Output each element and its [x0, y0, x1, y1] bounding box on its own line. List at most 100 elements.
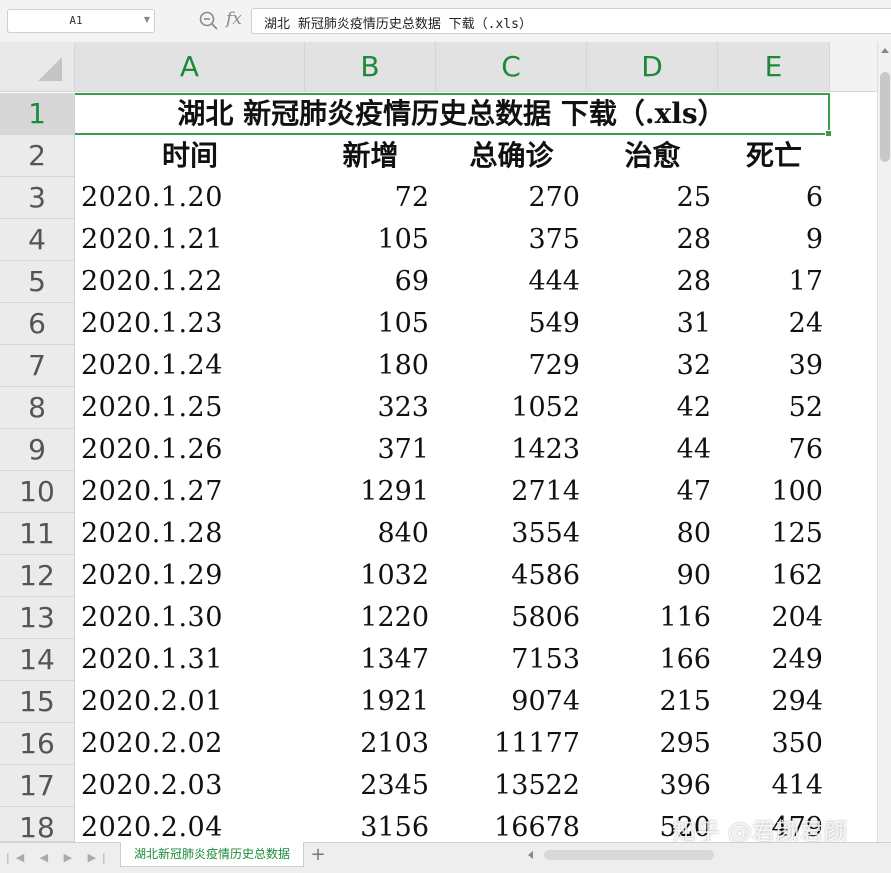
cell-deaths[interactable]: 350: [718, 723, 830, 765]
cell-new[interactable]: 1921: [305, 681, 436, 723]
sheet-nav-arrows-icon[interactable]: |◀ ◀ ▶ ▶|: [6, 851, 112, 864]
cell-deaths[interactable]: 24: [718, 303, 830, 345]
cell-new[interactable]: 3156: [305, 807, 436, 842]
row-header-18[interactable]: 18: [0, 807, 75, 842]
cell-date[interactable]: 2020.1.22: [75, 261, 305, 303]
header-cell-new[interactable]: 新增: [305, 135, 436, 177]
row-header-17[interactable]: 17: [0, 765, 75, 807]
column-header-c[interactable]: C: [436, 42, 587, 92]
header-cell-deaths[interactable]: 死亡: [718, 135, 830, 177]
cell-date[interactable]: 2020.2.03: [75, 765, 305, 807]
cell-confirmed[interactable]: 3554: [436, 513, 587, 555]
row-header-7[interactable]: 7: [0, 345, 75, 387]
row-header-13[interactable]: 13: [0, 597, 75, 639]
cell-date[interactable]: 2020.1.25: [75, 387, 305, 429]
cell-confirmed[interactable]: 270: [436, 177, 587, 219]
vertical-scrollbar[interactable]: [877, 42, 891, 842]
cell-date[interactable]: 2020.2.04: [75, 807, 305, 842]
cell-date[interactable]: 2020.1.28: [75, 513, 305, 555]
add-sheet-button[interactable]: +: [308, 845, 328, 865]
row-header-1[interactable]: 1: [0, 93, 75, 135]
cell-cured[interactable]: 396: [587, 765, 718, 807]
column-header-b[interactable]: B: [305, 42, 436, 92]
cell-deaths[interactable]: 39: [718, 345, 830, 387]
cell-confirmed[interactable]: 4586: [436, 555, 587, 597]
row-header-5[interactable]: 5: [0, 261, 75, 303]
horizontal-scrollbar[interactable]: [520, 847, 891, 863]
cell-date[interactable]: 2020.1.24: [75, 345, 305, 387]
cell-confirmed[interactable]: 7153: [436, 639, 587, 681]
cell-date[interactable]: 2020.2.02: [75, 723, 305, 765]
cell-confirmed[interactable]: 444: [436, 261, 587, 303]
row-header-11[interactable]: 11: [0, 513, 75, 555]
cell-new[interactable]: 323: [305, 387, 436, 429]
row-header-15[interactable]: 15: [0, 681, 75, 723]
row-header-8[interactable]: 8: [0, 387, 75, 429]
cell-cured[interactable]: 42: [587, 387, 718, 429]
cell-date[interactable]: 2020.2.01: [75, 681, 305, 723]
cell-date[interactable]: 2020.1.26: [75, 429, 305, 471]
sheet-tab-active[interactable]: 湖北新冠肺炎疫情历史总数据: [120, 842, 304, 867]
cell-confirmed[interactable]: 1423: [436, 429, 587, 471]
cell-cured[interactable]: 28: [587, 219, 718, 261]
cell-date[interactable]: 2020.1.29: [75, 555, 305, 597]
cell-deaths[interactable]: 414: [718, 765, 830, 807]
cell-confirmed[interactable]: 9074: [436, 681, 587, 723]
vertical-scroll-thumb[interactable]: [880, 72, 890, 162]
cell-cured[interactable]: 47: [587, 471, 718, 513]
cell-deaths[interactable]: 204: [718, 597, 830, 639]
row-header-4[interactable]: 4: [0, 219, 75, 261]
cell-new[interactable]: 105: [305, 303, 436, 345]
cell-new[interactable]: 180: [305, 345, 436, 387]
cell-date[interactable]: 2020.1.20: [75, 177, 305, 219]
header-cell-confirmed[interactable]: 总确诊: [436, 135, 587, 177]
cell-date[interactable]: 2020.1.23: [75, 303, 305, 345]
cell-deaths[interactable]: 76: [718, 429, 830, 471]
row-header-10[interactable]: 10: [0, 471, 75, 513]
cell-cured[interactable]: 295: [587, 723, 718, 765]
scroll-up-icon[interactable]: [881, 48, 889, 53]
row-header-16[interactable]: 16: [0, 723, 75, 765]
cell-cured[interactable]: 166: [587, 639, 718, 681]
header-cell-date[interactable]: 时间: [75, 135, 305, 177]
row-header-6[interactable]: 6: [0, 303, 75, 345]
formula-input[interactable]: 湖北 新冠肺炎疫情历史总数据 下载（.xls）: [251, 8, 891, 34]
fx-icon[interactable]: fx: [226, 9, 242, 29]
cell-confirmed[interactable]: 2714: [436, 471, 587, 513]
cell-confirmed[interactable]: 13522: [436, 765, 587, 807]
scroll-left-icon[interactable]: [528, 851, 533, 859]
cell-date[interactable]: 2020.1.31: [75, 639, 305, 681]
row-header-2[interactable]: 2: [0, 135, 75, 177]
cell-new[interactable]: 2103: [305, 723, 436, 765]
cell-cured[interactable]: 80: [587, 513, 718, 555]
row-header-14[interactable]: 14: [0, 639, 75, 681]
cell-confirmed[interactable]: 11177: [436, 723, 587, 765]
cell-new[interactable]: 69: [305, 261, 436, 303]
cell-confirmed[interactable]: 5806: [436, 597, 587, 639]
cell-deaths[interactable]: 6: [718, 177, 830, 219]
cell-date[interactable]: 2020.1.30: [75, 597, 305, 639]
horizontal-scroll-thumb[interactable]: [544, 850, 714, 860]
cell-new[interactable]: 371: [305, 429, 436, 471]
cell-cured[interactable]: 116: [587, 597, 718, 639]
cell-deaths[interactable]: 9: [718, 219, 830, 261]
cell-deaths[interactable]: 294: [718, 681, 830, 723]
cell-cured[interactable]: 215: [587, 681, 718, 723]
cell-new[interactable]: 1220: [305, 597, 436, 639]
row-header-3[interactable]: 3: [0, 177, 75, 219]
header-cell-cured[interactable]: 治愈: [587, 135, 718, 177]
cell-deaths[interactable]: 249: [718, 639, 830, 681]
cell-new[interactable]: 1291: [305, 471, 436, 513]
cell-confirmed[interactable]: 1052: [436, 387, 587, 429]
cell-confirmed[interactable]: 375: [436, 219, 587, 261]
cell-cured[interactable]: 31: [587, 303, 718, 345]
cell-date[interactable]: 2020.1.27: [75, 471, 305, 513]
cell-new[interactable]: 2345: [305, 765, 436, 807]
title-cell-a1[interactable]: 湖北 新冠肺炎疫情历史总数据 下载（.xls）: [75, 93, 830, 135]
cell-new[interactable]: 72: [305, 177, 436, 219]
cell-cured[interactable]: 28: [587, 261, 718, 303]
select-all-corner[interactable]: [0, 42, 75, 92]
cell-new[interactable]: 1032: [305, 555, 436, 597]
cell-deaths[interactable]: 162: [718, 555, 830, 597]
cell-deaths[interactable]: 100: [718, 471, 830, 513]
